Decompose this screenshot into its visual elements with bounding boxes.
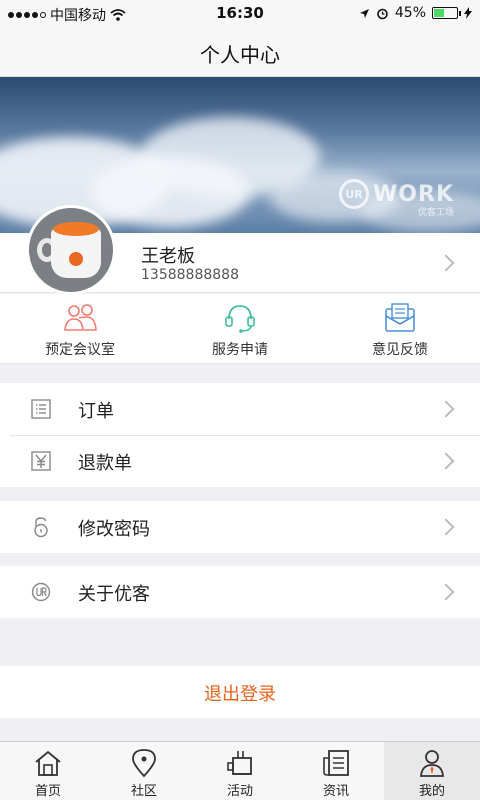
- menu-item-label: 订单: [78, 401, 114, 422]
- logout-label: 退出登录: [204, 684, 276, 705]
- chevron-right-icon: [437, 254, 455, 272]
- tab-label: 资讯: [322, 784, 349, 799]
- quick-action-label: 服务申请: [212, 342, 268, 358]
- tab-activities[interactable]: 活动: [192, 742, 288, 800]
- menu-item-refunds[interactable]: 退款单: [0, 435, 480, 487]
- page-title: 个人中心: [200, 43, 280, 67]
- tab-home[interactable]: 首页: [0, 742, 96, 800]
- brand-logo-icon: UR: [339, 179, 370, 209]
- tab-community[interactable]: 社区: [96, 742, 192, 800]
- status-right: 45%: [359, 5, 472, 21]
- chevron-right-icon: [437, 452, 455, 470]
- menu-item-label: 修改密码: [78, 519, 150, 540]
- home-icon: [35, 750, 61, 776]
- menu-item-change-password[interactable]: 修改密码: [0, 501, 480, 553]
- chevron-right-icon: [437, 518, 455, 536]
- chevron-right-icon: [437, 400, 455, 418]
- list-icon: [31, 399, 51, 419]
- tab-label: 我的: [418, 784, 445, 799]
- user-name: 王老板: [141, 246, 195, 267]
- menu-item-about[interactable]: 关于优客: [0, 566, 480, 618]
- tab-bar: 首页 社区 活动 资讯 我的: [0, 741, 480, 800]
- charging-icon: [464, 7, 472, 19]
- menu-item-label: 退款单: [78, 453, 132, 474]
- chevron-right-icon: [437, 583, 455, 601]
- menu-item-label: 关于优客: [78, 584, 150, 605]
- brand-circle-icon: [31, 582, 51, 602]
- menu-group-password: 修改密码: [0, 501, 480, 553]
- quick-action-label: 预定会议室: [45, 342, 115, 358]
- status-bar: 中国移动 16:30 45%: [0, 0, 480, 27]
- brand-sub: 优客工场: [417, 208, 454, 218]
- avatar[interactable]: [26, 205, 116, 295]
- brand-word: WORK: [373, 181, 454, 207]
- logout-button[interactable]: 退出登录: [0, 666, 480, 718]
- profile-icon: [420, 750, 444, 777]
- news-icon: [323, 750, 349, 776]
- brand-watermark: UR WORK 优客工场: [339, 179, 454, 218]
- people-icon: [64, 304, 97, 331]
- tab-news[interactable]: 资讯: [288, 742, 384, 800]
- service-request-button[interactable]: 服务申请: [160, 294, 320, 363]
- feedback-button[interactable]: 意见反馈: [320, 294, 480, 363]
- tab-label: 活动: [226, 784, 253, 799]
- user-phone: 13588888888: [141, 267, 239, 283]
- nav-bar: 个人中心: [0, 27, 480, 77]
- menu-group-orders: 订单 退款单: [0, 383, 480, 487]
- book-meeting-room-button[interactable]: 预定会议室: [0, 294, 160, 363]
- yen-icon: [31, 451, 51, 471]
- tab-label: 首页: [34, 784, 61, 799]
- tab-profile[interactable]: 我的: [384, 742, 480, 800]
- quick-action-label: 意见反馈: [372, 342, 428, 358]
- battery-icon: [432, 7, 461, 19]
- location-arrow-icon: [359, 8, 369, 18]
- battery-percent: 45%: [394, 5, 426, 21]
- activity-icon: [227, 751, 252, 775]
- menu-group-about: 关于优客: [0, 566, 480, 618]
- tab-label: 社区: [130, 784, 157, 799]
- headset-icon: [225, 305, 255, 333]
- menu-item-orders[interactable]: 订单: [0, 383, 480, 435]
- quick-actions: 预定会议室 服务申请 意见反馈: [0, 294, 480, 364]
- alarm-icon: [377, 8, 388, 19]
- location-icon: [132, 749, 156, 778]
- lock-icon: [34, 517, 48, 538]
- mail-icon: [385, 303, 415, 332]
